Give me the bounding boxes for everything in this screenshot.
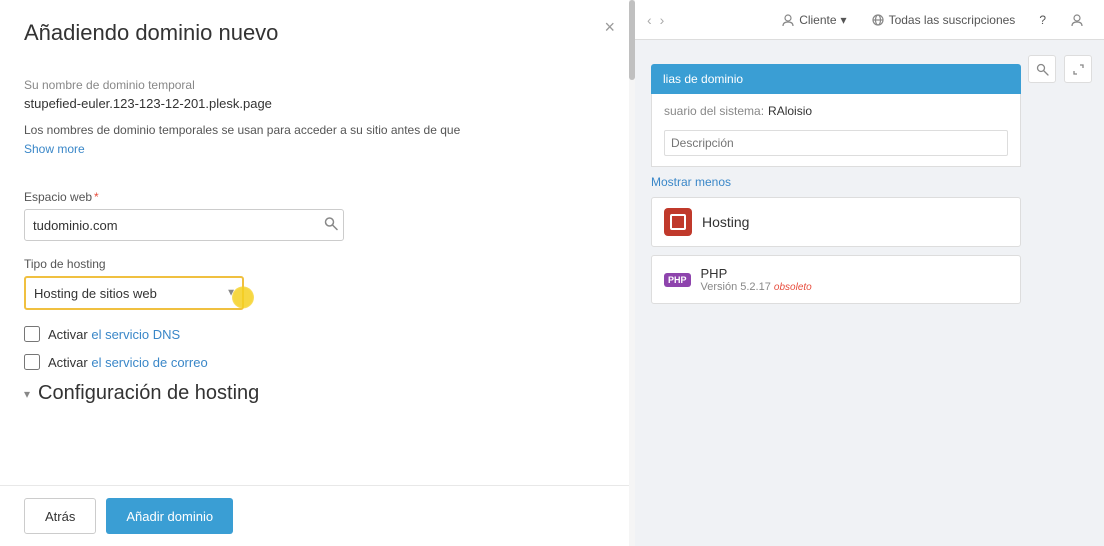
temp-domain-desc: Los nombres de dominio temporales se usa… <box>24 121 611 139</box>
help-nav-item[interactable]: ? <box>1031 9 1054 31</box>
hosting-icon-inner <box>670 214 686 230</box>
temp-domain-label: Su nombre de dominio temporal <box>24 78 611 92</box>
mostrar-menos-link[interactable]: Mostrar menos <box>651 175 1088 189</box>
modal-header: Añadiendo dominio nuevo × <box>0 0 635 62</box>
suscripciones-label: Todas las suscripciones <box>889 13 1016 27</box>
right-panel: ‹ › Cliente ▾ Todas las suscripciones ? <box>635 0 1104 546</box>
temp-domain-value: stupefied-euler.123-123-12-201.plesk.pag… <box>24 96 611 111</box>
search-icon-right <box>1036 63 1049 76</box>
mail-checkbox-row: Activar el servicio de correo <box>24 354 611 370</box>
dns-label[interactable]: Activar el servicio DNS <box>48 327 180 342</box>
tipo-hosting-select[interactable]: Hosting de sitios web Sin hosting Reenví… <box>24 276 244 310</box>
cliente-label: Cliente <box>799 13 836 27</box>
expand-icon <box>1072 63 1085 76</box>
back-nav-arrow[interactable]: ‹ <box>647 12 652 28</box>
tipo-hosting-wrapper: Hosting de sitios web Sin hosting Reenví… <box>24 276 244 310</box>
modal-body: Su nombre de dominio temporal stupefied-… <box>0 62 635 485</box>
search-icon <box>324 217 338 231</box>
php-info: PHP Versión 5.2.17 obsoleto <box>701 266 1008 293</box>
required-star: * <box>94 190 99 204</box>
usuario-sistema-row: suario del sistema: RAloisio <box>664 104 1008 118</box>
person-icon <box>781 13 795 27</box>
dns-checkbox-row: Activar el servicio DNS <box>24 326 611 342</box>
modal-panel: Añadiendo dominio nuevo × Su nombre de d… <box>0 0 635 546</box>
domain-alias-tab[interactable]: lias de dominio <box>651 64 1021 94</box>
hosting-config-section[interactable]: ▾ Configuración de hosting <box>24 382 611 405</box>
user-icon <box>1070 13 1084 27</box>
hosting-label: Hosting <box>702 214 749 230</box>
cliente-nav-item[interactable]: Cliente ▾ <box>773 9 854 31</box>
php-badge: PHP <box>664 273 691 287</box>
forward-nav-arrow[interactable]: › <box>660 12 665 28</box>
php-version-text: Versión 5.2.17 obsoleto <box>701 281 1008 293</box>
add-domain-button[interactable]: Añadir dominio <box>106 498 233 534</box>
scroll-indicator <box>629 0 635 546</box>
dns-link[interactable]: el servicio DNS <box>91 327 180 342</box>
espacio-web-label: Espacio web* <box>24 190 611 204</box>
obsolete-badge: obsoleto <box>774 282 812 293</box>
hosting-card: Hosting <box>651 197 1021 247</box>
description-input[interactable] <box>664 130 1008 156</box>
espacio-web-search-button[interactable] <box>324 217 338 234</box>
mail-label[interactable]: Activar el servicio de correo <box>48 355 208 370</box>
modal-title: Añadiendo dominio nuevo <box>24 20 611 46</box>
suscripciones-nav-item[interactable]: Todas las suscripciones <box>863 9 1024 31</box>
espacio-web-input[interactable] <box>24 209 344 241</box>
user-icon-nav[interactable] <box>1062 9 1092 31</box>
right-content: lias de dominio suario del sistema: RAlo… <box>635 40 1104 328</box>
right-search-button[interactable] <box>1028 55 1056 83</box>
mail-link[interactable]: el servicio de correo <box>91 355 207 370</box>
hosting-config-title: Configuración de hosting <box>38 382 259 405</box>
back-button[interactable]: Atrás <box>24 498 96 534</box>
usuario-sistema-value: RAloisio <box>768 104 812 118</box>
right-topbar: ‹ › Cliente ▾ Todas las suscripciones ? <box>635 0 1104 40</box>
tipo-hosting-group: Tipo de hosting Hosting de sitios web Si… <box>24 257 611 310</box>
php-card: PHP PHP Versión 5.2.17 obsoleto <box>651 255 1021 304</box>
mail-checkbox[interactable] <box>24 354 40 370</box>
right-expand-button[interactable] <box>1064 55 1092 83</box>
show-more-link[interactable]: Show more <box>24 142 85 156</box>
globe-icon <box>871 13 885 27</box>
tipo-hosting-label: Tipo de hosting <box>24 257 611 271</box>
hosting-icon <box>664 208 692 236</box>
usuario-sistema-label: suario del sistema: <box>664 104 764 118</box>
close-button[interactable]: × <box>604 18 615 36</box>
espacio-web-group: Espacio web* <box>24 190 611 241</box>
espacio-web-input-wrapper <box>24 209 344 241</box>
dns-checkbox[interactable] <box>24 326 40 342</box>
modal-footer: Atrás Añadir dominio <box>0 485 635 546</box>
temp-domain-section: Su nombre de dominio temporal stupefied-… <box>24 78 611 174</box>
scroll-thumb[interactable] <box>629 0 635 80</box>
domain-alias-label: lias de dominio <box>663 72 743 86</box>
php-name: PHP <box>701 266 1008 281</box>
domain-info-area: suario del sistema: RAloisio <box>651 94 1021 167</box>
help-label: ? <box>1039 13 1046 27</box>
section-chevron-icon: ▾ <box>24 387 30 401</box>
cliente-chevron: ▾ <box>841 13 847 27</box>
